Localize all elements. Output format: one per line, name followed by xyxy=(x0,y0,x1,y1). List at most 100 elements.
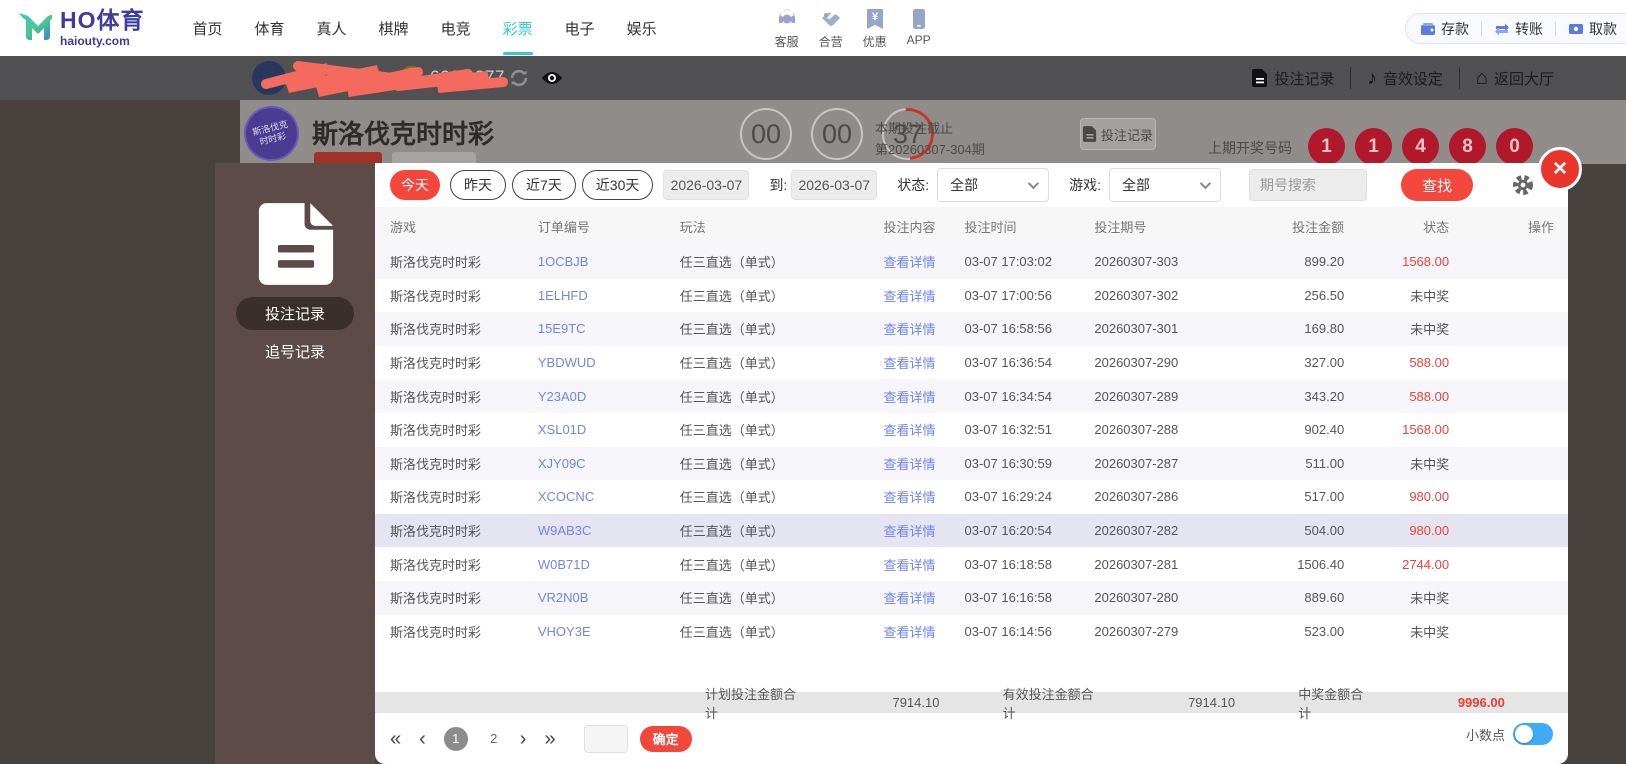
issue-search-input[interactable] xyxy=(1249,169,1368,201)
nav-item-live[interactable]: 真人 xyxy=(301,0,363,57)
date-from-input[interactable]: 2026-03-07 xyxy=(663,170,750,200)
table-row: 斯洛伐克时时彩 VHOY3E 任三直选（单式） 查看详情 03-07 16:14… xyxy=(390,622,1450,641)
view-detail-link[interactable]: 查看详情 xyxy=(855,319,965,338)
nav-item-slots[interactable]: 电子 xyxy=(549,0,611,57)
order-id-link[interactable]: Y23A0D xyxy=(538,389,680,404)
date-to-label: 到: xyxy=(769,177,788,193)
status-value: 未中奖 xyxy=(1410,322,1450,338)
nav-item-sports[interactable]: 体育 xyxy=(239,0,301,57)
view-detail-link[interactable]: 查看详情 xyxy=(855,622,965,641)
partnership-button[interactable]: 合营 xyxy=(809,7,853,50)
avatar[interactable] xyxy=(252,61,286,95)
totals-row: 计划投注金额合计 7914.10 有效投注金额合计 7914.10 中奖金额合计… xyxy=(375,687,1568,721)
top-navbar: HO体育 haiouty.com 首页 体育 真人 棋牌 电竞 彩票 电子 娱乐… xyxy=(0,0,1626,56)
logo-title: HO体育 xyxy=(60,7,145,33)
order-id-link[interactable]: VHOY3E xyxy=(538,624,680,639)
view-detail-link[interactable]: 查看详情 xyxy=(855,487,965,506)
filter-7days-button[interactable]: 近7天 xyxy=(512,170,576,200)
nav-item-home[interactable]: 首页 xyxy=(177,0,239,57)
table-row: 斯洛伐克时时彩 YBDWUD 任三直选（单式） 查看详情 03-07 16:36… xyxy=(390,353,1450,372)
view-detail-link[interactable]: 查看详情 xyxy=(855,286,965,305)
order-id-link[interactable]: XJY09C xyxy=(538,456,680,471)
page-2-button[interactable]: 2 xyxy=(482,727,506,751)
decimal-toggle[interactable] xyxy=(1513,723,1553,745)
refresh-balance-button[interactable] xyxy=(508,67,530,94)
eye-icon xyxy=(542,72,562,84)
decimal-toggle-group: 小数点 xyxy=(1466,723,1553,745)
view-detail-link[interactable]: 查看详情 xyxy=(855,555,965,574)
view-detail-link[interactable]: 查看详情 xyxy=(855,454,965,473)
prev-page-button[interactable]: ‹ xyxy=(419,729,426,749)
order-id-link[interactable]: 15E9TC xyxy=(538,321,680,336)
draw-ball: 1 xyxy=(1355,128,1392,165)
close-modal-button[interactable]: × xyxy=(1538,147,1582,191)
order-id-link[interactable]: 1OCBJB xyxy=(538,254,680,269)
status-value: 588.00 xyxy=(1409,388,1450,404)
return-lobby-link[interactable]: ⌂ 返回大厅 xyxy=(1476,68,1554,89)
toggle-balance-visibility-button[interactable] xyxy=(540,67,564,94)
game-select[interactable]: 全部 xyxy=(1109,168,1222,202)
main-nav: 首页 体育 真人 棋牌 电竞 彩票 电子 娱乐 xyxy=(177,0,673,57)
sidebar-item-chase-records[interactable]: 追号记录 xyxy=(236,335,354,368)
view-detail-link[interactable]: 查看详情 xyxy=(855,252,965,271)
order-id-link[interactable]: XSL01D xyxy=(538,422,680,437)
user-bar: ¥ 6610.277 投注记录 ♪ 音效设定 ⌂ 返回大厅 xyxy=(0,56,1626,100)
sound-settings-link[interactable]: ♪ 音效设定 xyxy=(1367,68,1443,89)
table-row: 斯洛伐克时时彩 XJY09C 任三直选（单式） 查看详情 03-07 16:30… xyxy=(375,446,1568,481)
order-id-link[interactable]: VR2N0B xyxy=(538,590,680,605)
status-value: 未中奖 xyxy=(1410,591,1450,607)
nav-item-esports[interactable]: 电竞 xyxy=(425,0,487,57)
last-page-button[interactable]: » xyxy=(544,729,555,749)
win-total-value: 9996.00 xyxy=(1457,695,1505,710)
filter-yesterday-button[interactable]: 昨天 xyxy=(450,170,506,200)
transfer-icon xyxy=(1495,23,1509,35)
document-icon xyxy=(1252,69,1268,87)
bet-record-header-button[interactable]: 投注记录 xyxy=(1080,118,1156,150)
deadline-info: 本期投注截止 第20260307-304期 xyxy=(875,121,985,158)
search-button[interactable]: 查找 xyxy=(1401,169,1474,201)
filter-30days-button[interactable]: 近30天 xyxy=(581,170,654,200)
deposit-button[interactable]: 存款 xyxy=(1420,19,1469,39)
gear-icon xyxy=(1513,175,1534,195)
nav-item-cards[interactable]: 棋牌 xyxy=(363,0,425,57)
view-detail-link[interactable]: 查看详情 xyxy=(855,588,965,607)
game-title: 斯洛伐克时时彩 xyxy=(312,119,495,149)
order-id-link[interactable]: YBDWUD xyxy=(538,355,680,370)
page-1-button[interactable]: 1 xyxy=(443,726,468,751)
promotions-button[interactable]: ¥ 优惠 xyxy=(853,7,897,50)
settings-button[interactable] xyxy=(1511,173,1535,197)
filter-today-button[interactable]: 今天 xyxy=(390,170,440,200)
transfer-button[interactable]: 转账 xyxy=(1494,19,1543,39)
order-id-link[interactable]: 1ELHFD xyxy=(538,288,680,303)
record-modal-sidebar: 投注记录 追号记录 xyxy=(215,163,375,764)
nav-item-entertainment[interactable]: 娱乐 xyxy=(611,0,673,57)
order-id-link[interactable]: W0B71D xyxy=(538,557,680,572)
page-jump-confirm-button[interactable]: 确定 xyxy=(639,725,692,752)
decimal-label: 小数点 xyxy=(1465,727,1505,743)
status-value: 980.00 xyxy=(1409,523,1450,539)
next-page-button[interactable]: › xyxy=(520,729,527,749)
last-draw-numbers: 1 1 4 8 0 xyxy=(1308,128,1543,165)
withdraw-button[interactable]: 取款 xyxy=(1568,19,1617,39)
view-detail-link[interactable]: 查看详情 xyxy=(855,420,965,439)
date-to-input[interactable]: 2026-03-07 xyxy=(791,170,878,200)
bet-record-link[interactable]: 投注记录 xyxy=(1252,68,1334,89)
order-id-link[interactable]: XCOCNC xyxy=(538,489,680,504)
view-detail-link[interactable]: 查看详情 xyxy=(855,387,965,406)
sidebar-item-bet-records[interactable]: 投注记录 xyxy=(236,297,354,330)
table-row: 斯洛伐克时时彩 XSL01D 任三直选（单式） 查看详情 03-07 16:32… xyxy=(390,420,1450,439)
status-select[interactable]: 全部 xyxy=(937,168,1050,202)
app-download-button[interactable]: APP xyxy=(897,7,941,50)
plan-total-value: 7914.10 xyxy=(892,695,940,710)
page-jump-input[interactable] xyxy=(583,724,628,753)
view-detail-link[interactable]: 查看详情 xyxy=(855,521,965,540)
site-logo[interactable]: HO体育 haiouty.com xyxy=(14,9,145,47)
view-detail-link[interactable]: 查看详情 xyxy=(855,353,965,372)
nav-item-lottery[interactable]: 彩票 xyxy=(487,0,549,57)
order-id-link[interactable]: W9AB3C xyxy=(538,523,680,538)
first-page-button[interactable]: « xyxy=(390,729,401,749)
table-row: 斯洛伐克时时彩 W0B71D 任三直选（单式） 查看详情 03-07 16:18… xyxy=(390,555,1450,574)
filter-bar: 今天 昨天 近7天 近30天 2026-03-07 到: 2026-03-07 … xyxy=(375,163,1568,207)
customer-service-button[interactable]: 客服 xyxy=(765,7,809,50)
music-note-icon: ♪ xyxy=(1367,67,1377,89)
